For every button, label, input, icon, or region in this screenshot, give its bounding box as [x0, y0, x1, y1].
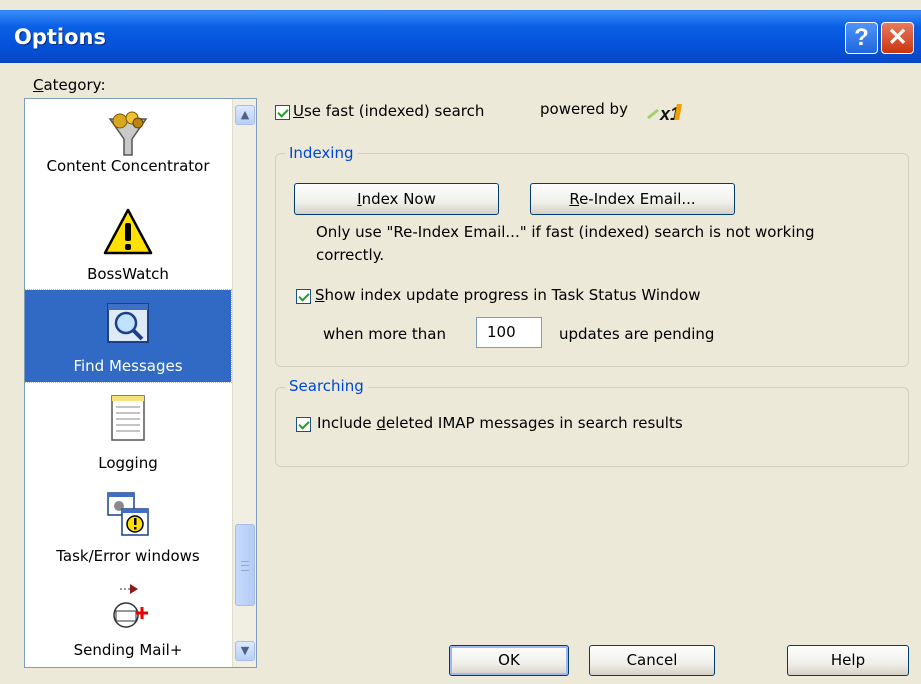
chevron-down-icon: ▼: [240, 644, 250, 657]
include-deleted-checkbox[interactable]: [296, 417, 311, 432]
scroll-up-button[interactable]: ▲: [235, 105, 255, 125]
powered-by-label: powered by: [540, 100, 628, 118]
category-item-label: Content Concentrator: [46, 157, 210, 175]
category-item-label: Find Messages: [73, 357, 183, 375]
when-more-than-label: when more than: [323, 325, 446, 343]
close-button[interactable]: ✕: [881, 22, 914, 54]
title-bar[interactable]: Options ? ✕: [0, 10, 921, 63]
reindex-note-line2: correctly.: [316, 246, 385, 264]
grip-icon: [241, 561, 249, 571]
chevron-up-icon: ▲: [240, 108, 250, 121]
fast-search-checkbox[interactable]: [275, 105, 290, 120]
category-item-logging[interactable]: Logging: [25, 392, 231, 484]
window-title: Options: [14, 25, 106, 49]
reindex-note-line1: Only use "Re-Index Email..." if fast (in…: [316, 223, 815, 241]
category-item-find-messages[interactable]: Find Messages: [25, 289, 232, 383]
x1-logo-icon: x1: [647, 104, 682, 124]
x1-logo: x1: [646, 98, 690, 124]
scroll-down-button[interactable]: ▼: [235, 641, 255, 661]
category-list[interactable]: Content Concentrator BossWatch Find Mess…: [24, 98, 257, 668]
warning-icon: [103, 208, 153, 255]
include-deleted-label[interactable]: Include deleted IMAP messages in search …: [317, 414, 683, 432]
help-button[interactable]: Help: [787, 645, 909, 676]
funnel-icon: [108, 111, 148, 156]
category-item-sending-mail[interactable]: Sending Mail+: [25, 581, 231, 667]
category-item-label: Logging: [98, 454, 158, 472]
category-item-task-error-windows[interactable]: Task/Error windows: [25, 489, 231, 581]
sending-mail-icon: [113, 584, 148, 628]
question-icon: ?: [854, 24, 869, 51]
show-progress-checkbox[interactable]: [296, 289, 311, 304]
category-label: Category:: [33, 76, 106, 94]
options-dialog: Options ? ✕ Category: Content Concentrat…: [0, 0, 921, 684]
category-item-bosswatch[interactable]: BossWatch: [25, 199, 231, 291]
category-item-label: Task/Error windows: [56, 547, 200, 565]
ok-button[interactable]: OK: [449, 645, 569, 676]
notepad-icon: [111, 395, 145, 441]
category-item-label: BossWatch: [87, 265, 169, 283]
task-windows-icon: [107, 492, 149, 536]
fast-search-label[interactable]: Use fast (indexed) search: [293, 102, 484, 120]
category-scrollbar[interactable]: ▲ ▼: [232, 99, 256, 667]
cancel-button[interactable]: Cancel: [589, 645, 715, 676]
pending-suffix-label: updates are pending: [559, 325, 715, 343]
show-progress-label[interactable]: Show index update progress in Task Statu…: [315, 286, 701, 304]
category-item-label: Sending Mail+: [73, 641, 183, 659]
close-icon: ✕: [887, 24, 908, 51]
index-now-button[interactable]: Index Now: [294, 183, 499, 215]
reindex-email-button[interactable]: Re-Index Email...: [530, 183, 735, 215]
indexing-group-label: Indexing: [285, 144, 358, 162]
category-item-content-concentrator[interactable]: Content Concentrator: [25, 99, 231, 175]
scroll-thumb[interactable]: [235, 524, 255, 606]
help-title-button[interactable]: ?: [845, 22, 878, 54]
magnifier-icon: [107, 303, 149, 343]
searching-group-label: Searching: [285, 377, 368, 395]
pending-updates-input[interactable]: 100: [476, 317, 542, 348]
